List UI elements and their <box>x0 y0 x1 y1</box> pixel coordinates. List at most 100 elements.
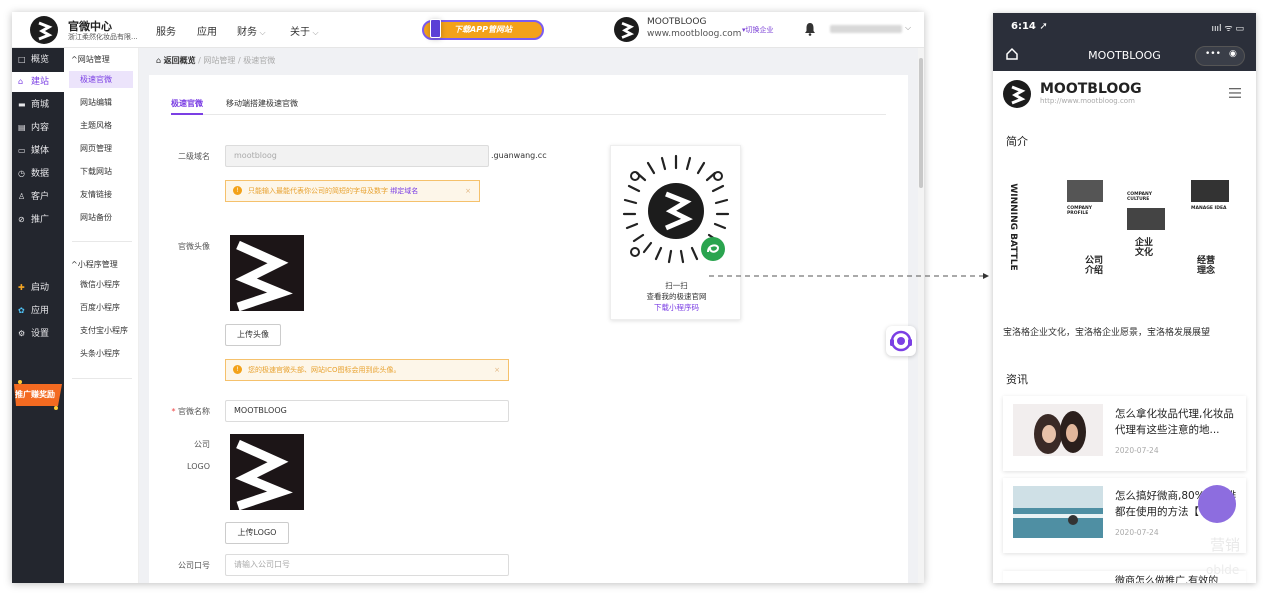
sidebar-item-launch[interactable]: ✚ 启动 <box>12 278 64 298</box>
qr-card: 扫一扫 查看我的极速官网 下载小程序码 <box>610 145 741 320</box>
sidebar-item-overview[interactable]: □ 概览 <box>12 50 64 70</box>
shop-icon: ▬ <box>18 100 26 109</box>
mini-program-capsule[interactable]: ••• ◉ <box>1195 46 1245 66</box>
launch-icon: ✚ <box>18 283 25 292</box>
sidebar-item-data[interactable]: ◷ 数据 <box>12 164 64 184</box>
sidebar-item-label: 启动 <box>31 283 50 293</box>
domain-suffix: .guanwang.cc <box>491 151 547 160</box>
phone-brand-url: http://www.mootbloog.com <box>1040 97 1135 105</box>
sidebar-item-settings[interactable]: ⚙ 设置 <box>12 324 64 344</box>
site-name-label: * 官微名称 <box>160 406 210 417</box>
company-url: www.mootbloog.com <box>647 29 742 39</box>
phone-preview: 6:14 ➚ ıııl ᯤ ▭ MOOTBLOOG ••• ◉ MOOTBLOO… <box>993 13 1256 583</box>
sidebar-item-express-site[interactable]: 极速官微 <box>69 71 133 88</box>
sidebar-item-label: 客户 <box>31 192 50 202</box>
user-account[interactable] <box>830 25 902 33</box>
banner-photo-1 <box>1067 180 1103 202</box>
sidebar-item-links[interactable]: 友情链接 <box>69 186 133 203</box>
slogan-label: 公司口号 <box>178 561 210 570</box>
breadcrumb-level1[interactable]: 网站管理 <box>203 56 235 65</box>
hamburger-menu-icon[interactable] <box>1229 87 1241 99</box>
phone-brand-logo <box>1003 80 1031 108</box>
promo-banner[interactable]: 推广赚奖励 <box>12 378 64 412</box>
slogan-input[interactable]: 请输入公司口号 <box>225 554 509 576</box>
close-circle-icon[interactable]: ◉ <box>1229 49 1237 59</box>
section-news-title: 资讯 <box>1006 373 1028 386</box>
apps-icon: ✿ <box>18 306 25 315</box>
nav-service[interactable]: 服务 <box>156 23 176 38</box>
sidebar-item-site[interactable]: ⌂ 建站 <box>12 72 64 92</box>
logo-graphic <box>235 439 293 511</box>
bind-domain-link[interactable]: 绑定域名 <box>390 187 418 195</box>
sidebar-item-baidu-mp[interactable]: 百度小程序 <box>69 299 133 316</box>
intro-banner[interactable]: WINNING BATTLE COMPANY PROFILE 公司介绍 COMP… <box>1003 176 1238 291</box>
sidebar-item-content[interactable]: ▤ 内容 <box>12 118 64 138</box>
sidebar-item-shop[interactable]: ▬ 商城 <box>12 95 64 115</box>
mini-program-qr-code[interactable] <box>611 146 742 277</box>
news-date: 2020-07-24 <box>1115 446 1159 455</box>
chevron-down-icon: ⌵ <box>257 28 266 37</box>
sidebar-item-toutiao-mp[interactable]: 头条小程序 <box>69 345 133 362</box>
company-name: MOOTBLOOG <box>647 17 707 27</box>
domain-warning: ! 只能输入最能代表你公司的简短的字母及数字 绑定域名 × <box>225 180 480 202</box>
sidebar-item-media[interactable]: ▭ 媒体 <box>12 141 64 161</box>
promote-icon: ⊘ <box>18 215 25 224</box>
site-name-input[interactable]: MOOTBLOOG <box>225 400 509 422</box>
sidebar-item-wechat-mp[interactable]: 微信小程序 <box>69 276 133 293</box>
phone-brand-name: MOOTBLOOG <box>1040 81 1142 97</box>
domain-input[interactable]: mootbloog <box>225 145 489 167</box>
group-mini-program[interactable]: ^小程序管理 <box>71 259 118 270</box>
news-thumbnail <box>1013 404 1103 456</box>
sidebar-item-download-site[interactable]: 下载网站 <box>69 163 133 180</box>
tab-mobile-build[interactable]: 移动端搭建极速官微 <box>226 98 298 109</box>
signal-icon: ıııl ᯤ ▭ <box>1211 24 1244 34</box>
sidebar-item-apps[interactable]: ✿ 应用 <box>12 301 64 321</box>
banner-profile-en: COMPANY PROFILE <box>1067 206 1092 216</box>
brand-logo[interactable] <box>30 16 58 44</box>
close-icon[interactable]: × <box>494 360 500 380</box>
qr-scan-text: 扫一扫 <box>665 281 688 290</box>
arrow-connector <box>709 273 989 279</box>
upload-logo-button[interactable]: 上传LOGO <box>225 522 289 544</box>
status-time: 6:14 ➚ <box>1011 21 1048 32</box>
upload-avatar-button[interactable]: 上传头像 <box>225 324 281 346</box>
news-title-partial: 微商怎么做推广,有效的 <box>1115 576 1219 583</box>
bell-icon[interactable] <box>804 22 816 36</box>
sidebar-item-promote[interactable]: ⊘ 推广 <box>12 210 64 230</box>
admin-window: 官微中心 浙江柔然化妆品有限... 服务 应用 财务 ⌵ 关于 ⌵ 下载APP管… <box>12 12 924 583</box>
sub-sidebar: ^网站管理 极速官微 网站编辑 主题风格 网页管理 下载网站 友情链接 网站备份… <box>64 48 139 583</box>
sidebar-item-site-edit[interactable]: 网站编辑 <box>69 94 133 111</box>
home-icon[interactable]: ⌂ <box>156 56 164 65</box>
group-site-management[interactable]: ^网站管理 <box>71 54 110 65</box>
chevron-down-icon[interactable]: ⌵ <box>905 23 911 33</box>
scrollbar[interactable] <box>918 48 924 583</box>
close-icon[interactable]: × <box>465 181 471 201</box>
news-item[interactable]: 怎么拿化妆品代理,化妆品代理有这些注意的地... 2020-07-24 <box>1003 396 1246 471</box>
sidebar-item-theme[interactable]: 主题风格 <box>69 117 133 134</box>
sidebar-item-alipay-mp[interactable]: 支付宝小程序 <box>69 322 133 339</box>
download-qr-link[interactable]: 下载小程序码 <box>611 302 742 313</box>
sidebar-item-backup[interactable]: 网站备份 <box>69 209 133 226</box>
scrollbar-thumb[interactable] <box>919 58 923 188</box>
download-app-button[interactable]: 下载APP管网站 <box>422 19 544 40</box>
logo-image <box>230 434 304 511</box>
nav-about[interactable]: 关于 ⌵ <box>290 23 319 38</box>
avatar-warning-text: 您的极速官微头部、网站ICO图标会用到此头像。 <box>248 366 401 374</box>
home-icon: ⌂ <box>18 77 24 86</box>
sidebar-item-customers[interactable]: ♙ 客户 <box>12 187 64 207</box>
breadcrumb-home[interactable]: 返回概览 <box>164 56 196 65</box>
switch-company-link[interactable]: ▾切换企业 <box>742 25 774 35</box>
site-name-label-text: 官微名称 <box>178 407 210 416</box>
floating-badge[interactable] <box>1198 485 1236 523</box>
tab-express-site[interactable]: 极速官微 <box>171 98 203 109</box>
section-intro-title: 简介 <box>1006 135 1028 148</box>
news-thumbnail <box>1013 486 1103 538</box>
qr-view-text: 查看我的极速官网 <box>646 292 707 301</box>
sidebar-item-pages[interactable]: 网页管理 <box>69 140 133 157</box>
breadcrumb: ⌂ 返回概览 / 网站管理 / 极速官微 <box>156 55 275 66</box>
nav-apps[interactable]: 应用 <box>197 23 217 38</box>
more-icon[interactable]: ••• <box>1205 49 1221 59</box>
customer-service-button[interactable] <box>886 326 916 356</box>
breadcrumb-level2: 极速官微 <box>243 56 276 65</box>
nav-finance[interactable]: 财务 ⌵ <box>237 23 266 38</box>
